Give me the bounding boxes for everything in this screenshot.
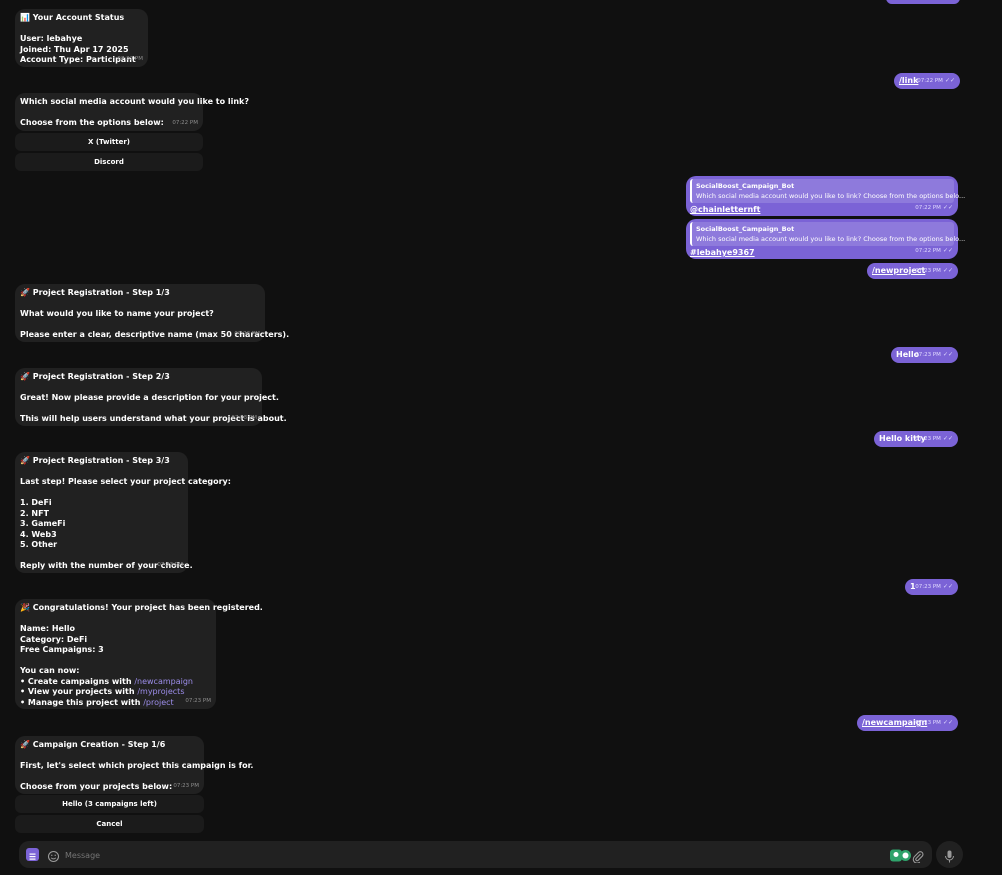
command-text[interactable]: /link xyxy=(899,76,918,85)
read-check-icon: ✓✓ xyxy=(942,582,953,590)
prompt-line-2: Choose from the options below: xyxy=(20,118,164,127)
message-time: 07:23 PM xyxy=(915,435,941,442)
mic-icon xyxy=(944,848,955,863)
message-title: 🚀 Campaign Creation - Step 1/6 xyxy=(20,740,166,749)
bullet-text: • Create campaigns with xyxy=(20,676,135,686)
message-title: 🚀 Project Registration - Step 1/3 xyxy=(20,288,170,297)
link-command-message[interactable]: /link 07:22 PM ✓✓ xyxy=(894,73,960,89)
message-time: 07:23 PM xyxy=(915,267,941,274)
message-time: 07:23 PM xyxy=(915,583,941,590)
read-check-icon: ✓✓ xyxy=(944,76,955,84)
bot-menu-icon[interactable] xyxy=(26,848,39,861)
message-time: 07:22 PM xyxy=(915,204,941,211)
newproject-command-message[interactable]: /newproject 07:23 PM ✓✓ xyxy=(867,263,958,279)
read-check-icon: ✓✓ xyxy=(942,434,953,442)
bullet-text: • View your projects with xyxy=(20,687,138,696)
read-check-icon: ✓✓ xyxy=(942,246,953,254)
message-title: 🎉 Congratulations! Your project has been… xyxy=(20,603,263,612)
link-prompt-message[interactable]: Which social media account would you lik… xyxy=(15,93,250,131)
campaign-line-1: First, let's select which project this c… xyxy=(20,761,254,770)
project-category: Category: DeFi xyxy=(20,634,88,644)
category-option: 2. NFT xyxy=(20,508,50,518)
project-command-link[interactable]: /project xyxy=(143,698,173,707)
reply-snippet: Which social media account would you lik… xyxy=(696,235,966,243)
message-title: 🚀 Project Registration - Step 3/3 xyxy=(20,456,170,465)
registration-step-2-message[interactable]: 🚀 Project Registration - Step 2/3 Great!… xyxy=(15,368,287,426)
hello-message[interactable]: Hello 07:23 PM ✓✓ xyxy=(891,347,958,363)
registration-step-1-message[interactable]: 🚀 Project Registration - Step 1/3 What w… xyxy=(15,284,290,342)
message-title: 📊 Your Account Status xyxy=(20,13,125,22)
message-composer xyxy=(19,841,932,868)
choice-one-message[interactable]: 1 07:23 PM ✓✓ xyxy=(905,579,958,595)
category-option: 4. Web3 xyxy=(20,529,57,539)
message-time: 07:22 PM xyxy=(915,247,941,254)
message-time: 07:23 PM xyxy=(157,561,183,568)
chat-area: 📊 Your Account Status User: lebahye Join… xyxy=(0,0,1002,875)
select-project-hello-button[interactable]: Hello (3 campaigns left) xyxy=(15,795,204,813)
newcampaign-command-link[interactable]: /newcampaign xyxy=(134,677,193,686)
attach-icon[interactable] xyxy=(912,848,924,864)
cancel-button[interactable]: Cancel xyxy=(15,815,204,833)
reply-snippet: Which social media account would you lik… xyxy=(696,192,966,200)
read-check-icon: ✓✓ xyxy=(942,266,953,274)
message-time: 07:22 PM xyxy=(172,119,198,126)
category-option: 5. Other xyxy=(20,540,58,549)
step-line-2: This will help users understand what you… xyxy=(20,414,287,423)
project-registered-message[interactable]: 🎉 Congratulations! Your project has been… xyxy=(15,599,263,709)
message-input[interactable] xyxy=(63,847,867,864)
free-campaigns: Free Campaigns: 3 xyxy=(20,645,104,654)
message-time: 07:22 PM xyxy=(117,55,143,62)
reply-author: SocialBoost_Campaign_Bot xyxy=(696,225,795,233)
message-title: 🚀 Project Registration - Step 2/3 xyxy=(20,372,170,381)
step-line-2: Please enter a clear, descriptive name (… xyxy=(20,330,290,339)
prompt-line-1: Which social media account would you lik… xyxy=(20,97,250,106)
message-time: 07:23 PM xyxy=(185,697,211,704)
bullet-text: • Manage this project with xyxy=(20,697,144,707)
message-bubble-cut[interactable] xyxy=(886,0,960,4)
campaign-step-1-message[interactable]: 🚀 Campaign Creation - Step 1/6 First, le… xyxy=(15,736,254,794)
step-line-1: Great! Now please provide a description … xyxy=(20,393,279,402)
discord-button[interactable]: Discord xyxy=(15,153,203,171)
read-check-icon: ✓✓ xyxy=(942,203,953,211)
reply-message-twitter[interactable]: SocialBoost_Campaign_Bot Which social me… xyxy=(686,176,966,216)
newcampaign-command-message[interactable]: /newcampaign 07:23 PM ✓✓ xyxy=(857,715,958,731)
read-check-icon: ✓✓ xyxy=(942,350,953,358)
status-user: User: lebahye xyxy=(20,34,83,43)
category-option: 1. DeFi xyxy=(20,498,52,507)
message-time: 07:23 PM xyxy=(234,330,260,337)
reply-author: SocialBoost_Campaign_Bot xyxy=(696,182,795,190)
project-name: Name: Hello xyxy=(20,624,75,633)
you-can-now: You can now: xyxy=(20,666,80,675)
extension-icon[interactable] xyxy=(890,847,912,862)
step-line-1: Last step! Please select your project ca… xyxy=(20,477,231,486)
message-time: 07:22 PM xyxy=(917,77,943,84)
x-twitter-button[interactable]: X (Twitter) xyxy=(15,133,203,151)
message-time: 07:23 PM xyxy=(915,351,941,358)
message-time: 07:23 PM xyxy=(173,782,199,789)
emoji-icon[interactable] xyxy=(47,848,60,863)
voice-record-button[interactable] xyxy=(936,841,963,868)
myprojects-command-link[interactable]: /myprojects xyxy=(137,687,184,696)
account-status-message[interactable]: 📊 Your Account Status User: lebahye Join… xyxy=(15,9,148,67)
message-time: 07:23 PM xyxy=(231,414,257,421)
campaign-line-2: Choose from your projects below: xyxy=(20,782,173,791)
hello-kitty-message[interactable]: Hello kitty 07:23 PM ✓✓ xyxy=(874,431,958,447)
message-time: 07:23 PM xyxy=(915,719,941,726)
category-option: 3. GameFi xyxy=(20,519,66,528)
step-line-1: What would you like to name your project… xyxy=(20,309,214,318)
registration-step-3-message[interactable]: 🚀 Project Registration - Step 3/3 Last s… xyxy=(15,452,231,573)
reply-quote[interactable]: SocialBoost_Campaign_Bot Which social me… xyxy=(690,179,966,203)
reply-message-discord[interactable]: SocialBoost_Campaign_Bot Which social me… xyxy=(686,219,966,259)
reply-quote[interactable]: SocialBoost_Campaign_Bot Which social me… xyxy=(690,222,966,246)
read-check-icon: ✓✓ xyxy=(942,718,953,726)
